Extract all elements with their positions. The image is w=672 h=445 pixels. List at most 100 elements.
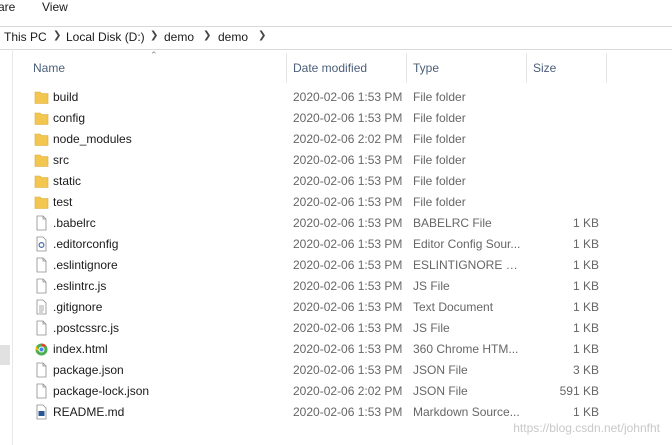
file-type: BABELRC File xyxy=(413,216,492,230)
file-type: File folder xyxy=(413,174,466,188)
file-name: build xyxy=(53,90,79,104)
column-divider[interactable] xyxy=(406,53,407,83)
file-type: File folder xyxy=(413,111,466,125)
file-date-modified: 2020-02-06 1:53 PM xyxy=(293,195,403,209)
file-name: package.json xyxy=(53,363,124,377)
file-size: 1 KB xyxy=(572,258,599,272)
file-icon xyxy=(34,257,49,273)
file-type: Text Document xyxy=(413,300,494,314)
nav-scrollbar-thumb[interactable] xyxy=(0,345,10,365)
file-row[interactable]: test 2020-02-06 1:53 PM File folder xyxy=(22,192,672,213)
file-row[interactable]: src 2020-02-06 1:53 PM File folder xyxy=(22,150,672,171)
chevron-right-icon[interactable]: ❯ xyxy=(258,30,266,41)
breadcrumb-demo-parent[interactable]: demo xyxy=(164,30,194,44)
file-type: File folder xyxy=(413,90,466,104)
column-size[interactable]: Size xyxy=(533,61,556,75)
chrome-html-icon xyxy=(34,341,49,357)
file-date-modified: 2020-02-06 2:02 PM xyxy=(293,384,403,398)
file-date-modified: 2020-02-06 1:53 PM xyxy=(293,237,403,251)
file-list: build 2020-02-06 1:53 PM File folder config… xyxy=(22,87,672,423)
file-date-modified: 2020-02-06 1:53 PM xyxy=(293,258,403,272)
folder-icon xyxy=(34,152,49,168)
file-row[interactable]: .editorconfig 2020-02-06 1:53 PM Editor Co… xyxy=(22,234,672,255)
file-row[interactable]: .postcssrc.js 2020-02-06 1:53 PM JS File 1 … xyxy=(22,318,672,339)
file-row[interactable]: index.html 2020-02-06 1:53 PM 360 Chrome H… xyxy=(22,339,672,360)
file-size: 1 KB xyxy=(572,405,599,419)
file-type: Editor Config Sour... xyxy=(413,237,521,251)
column-divider[interactable] xyxy=(286,53,287,83)
file-date-modified: 2020-02-06 1:53 PM xyxy=(293,363,403,377)
file-type: JS File xyxy=(413,321,450,335)
file-date-modified: 2020-02-06 1:53 PM xyxy=(293,153,403,167)
file-row[interactable]: config 2020-02-06 1:53 PM File folder xyxy=(22,108,672,129)
share-tab[interactable]: are xyxy=(0,0,15,14)
file-date-modified: 2020-02-06 1:53 PM xyxy=(293,321,403,335)
file-date-modified: 2020-02-06 1:53 PM xyxy=(293,405,403,419)
file-icon xyxy=(34,278,49,294)
file-type: 360 Chrome HTM... xyxy=(413,342,519,356)
view-tab[interactable]: View xyxy=(42,0,68,14)
address-bar[interactable]: This PC ❯ Local Disk (D:) ❯ demo ❯ demo … xyxy=(0,26,672,50)
file-row[interactable]: README.md 2020-02-06 1:53 PM Markdown Sour… xyxy=(22,402,672,423)
file-date-modified: 2020-02-06 1:53 PM xyxy=(293,111,403,125)
breadcrumb-local-disk[interactable]: Local Disk (D:) xyxy=(66,30,145,44)
file-size: 1 KB xyxy=(572,321,599,335)
file-name: README.md xyxy=(53,405,125,419)
file-size: 1 KB xyxy=(572,300,599,314)
file-name: src xyxy=(53,153,69,167)
file-size: 1 KB xyxy=(572,237,599,251)
file-row[interactable]: .eslintignore 2020-02-06 1:53 PM ESLINTIGN… xyxy=(22,255,672,276)
column-header: ⌃ Name Date modified Type Size xyxy=(22,50,672,88)
file-date-modified: 2020-02-06 2:02 PM xyxy=(293,132,403,146)
file-type: JS File xyxy=(413,279,450,293)
file-size: 1 KB xyxy=(572,279,599,293)
file-name: index.html xyxy=(53,342,108,356)
file-date-modified: 2020-02-06 1:53 PM xyxy=(293,300,403,314)
file-icon xyxy=(34,320,49,336)
breadcrumb-demo-current[interactable]: demo xyxy=(218,30,248,44)
file-type: JSON File xyxy=(413,363,468,377)
file-row[interactable]: .gitignore 2020-02-06 1:53 PM Text Documen… xyxy=(22,297,672,318)
file-type: File folder xyxy=(413,195,466,209)
file-size: 3 KB xyxy=(572,363,599,377)
file-icon xyxy=(34,383,49,399)
file-row[interactable]: node_modules 2020-02-06 2:02 PM File folde… xyxy=(22,129,672,150)
file-type: Markdown Source... xyxy=(413,405,520,419)
folder-icon xyxy=(34,131,49,147)
sort-ascending-icon: ⌃ xyxy=(150,50,158,60)
file-type: ESLINTIGNORE File xyxy=(413,258,523,272)
chevron-right-icon[interactable]: ❯ xyxy=(203,30,211,41)
column-date-modified[interactable]: Date modified xyxy=(293,61,367,75)
markdown-file-icon xyxy=(34,404,49,420)
folder-icon xyxy=(34,89,49,105)
file-icon xyxy=(34,362,49,378)
file-size: 1 KB xyxy=(572,342,599,356)
file-row[interactable]: static 2020-02-06 1:53 PM File folder xyxy=(22,171,672,192)
file-name: .postcssrc.js xyxy=(53,321,120,335)
column-name[interactable]: Name xyxy=(33,61,65,75)
text-file-icon xyxy=(34,299,49,315)
file-row[interactable]: .babelrc 2020-02-06 1:53 PM BABELRC File 1 … xyxy=(22,213,672,234)
watermark: https://blog.csdn.net/johnfht xyxy=(513,421,660,435)
file-row[interactable]: package-lock.json 2020-02-06 2:02 PM JSON … xyxy=(22,381,672,402)
file-name: .eslintignore xyxy=(53,258,118,272)
file-type: File folder xyxy=(413,132,466,146)
file-name: config xyxy=(53,111,86,125)
folder-icon xyxy=(34,110,49,126)
column-divider[interactable] xyxy=(526,53,527,83)
file-date-modified: 2020-02-06 1:53 PM xyxy=(293,90,403,104)
file-row[interactable]: build 2020-02-06 1:53 PM File folder xyxy=(22,87,672,108)
column-type[interactable]: Type xyxy=(413,61,439,75)
chevron-right-icon[interactable]: ❯ xyxy=(53,30,61,41)
chevron-right-icon[interactable]: ❯ xyxy=(150,30,158,41)
breadcrumb-this-pc[interactable]: This PC xyxy=(4,30,47,44)
file-name: .editorconfig xyxy=(53,237,119,251)
file-icon xyxy=(34,215,49,231)
file-row[interactable]: .eslintrc.js 2020-02-06 1:53 PM JS File 1 K… xyxy=(22,276,672,297)
file-size: 1 KB xyxy=(572,216,599,230)
column-divider[interactable] xyxy=(606,53,607,83)
file-name: static xyxy=(53,174,82,188)
file-row[interactable]: package.json 2020-02-06 1:53 PM JSON File 3… xyxy=(22,360,672,381)
folder-icon xyxy=(34,194,49,210)
file-date-modified: 2020-02-06 1:53 PM xyxy=(293,216,403,230)
